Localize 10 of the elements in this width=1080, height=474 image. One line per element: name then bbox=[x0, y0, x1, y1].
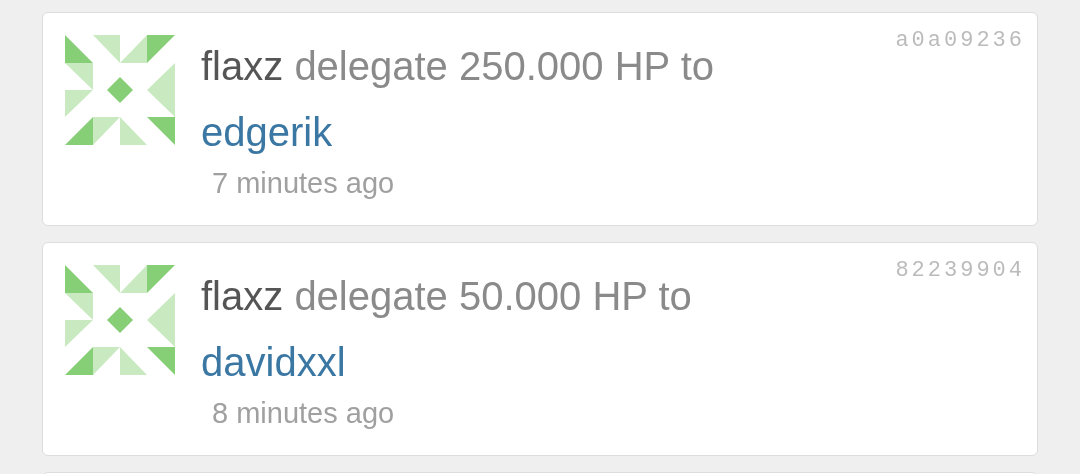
activity-text: flaxz delegate 50.000 HP to davidxxl bbox=[201, 273, 693, 386]
transaction-hash: 82239904 bbox=[895, 257, 1025, 285]
timestamp: 8 minutes ago bbox=[212, 396, 396, 431]
activity-text: flaxz delegate 250.000 HP to edgerik bbox=[201, 43, 715, 156]
transaction-hash: a0a09236 bbox=[895, 27, 1025, 55]
user-link[interactable]: davidxxl bbox=[201, 340, 346, 384]
user-link[interactable]: edgerik bbox=[201, 110, 333, 154]
identicon-icon bbox=[65, 265, 175, 375]
identicon-icon bbox=[65, 35, 175, 145]
timestamp: 7 minutes ago bbox=[212, 166, 396, 201]
